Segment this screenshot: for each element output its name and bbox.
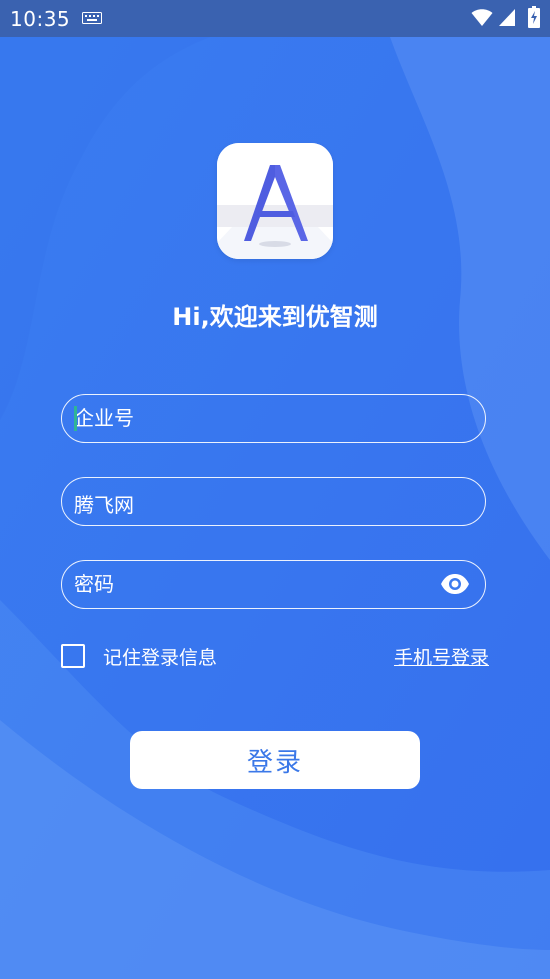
password-input[interactable]: [74, 561, 434, 607]
company-input[interactable]: [74, 395, 434, 441]
wifi-icon: [471, 9, 493, 26]
app-logo: [217, 143, 333, 259]
app-logo-icon: [217, 143, 333, 259]
account-field[interactable]: 腾飞网: [61, 477, 486, 526]
account-input[interactable]: 腾飞网: [74, 489, 134, 518]
remember-checkbox[interactable]: [61, 644, 85, 668]
status-time: 10:35: [10, 7, 71, 31]
eye-icon[interactable]: [440, 573, 470, 595]
battery-charging-icon: [528, 6, 540, 28]
company-field[interactable]: [61, 394, 486, 443]
login-button[interactable]: 登录: [130, 731, 420, 789]
status-bar: 10:35: [0, 0, 550, 37]
keyboard-icon: [82, 12, 102, 24]
password-field[interactable]: [61, 560, 486, 609]
welcome-title: Hi,欢迎来到优智测: [172, 303, 378, 331]
remember-row: 记住登录信息 手机号登录: [61, 643, 489, 671]
cell-signal-icon: [499, 9, 515, 26]
phone-login-link[interactable]: 手机号登录: [394, 643, 489, 670]
text-cursor: [74, 406, 77, 431]
remember-label[interactable]: 记住登录信息: [103, 643, 217, 670]
